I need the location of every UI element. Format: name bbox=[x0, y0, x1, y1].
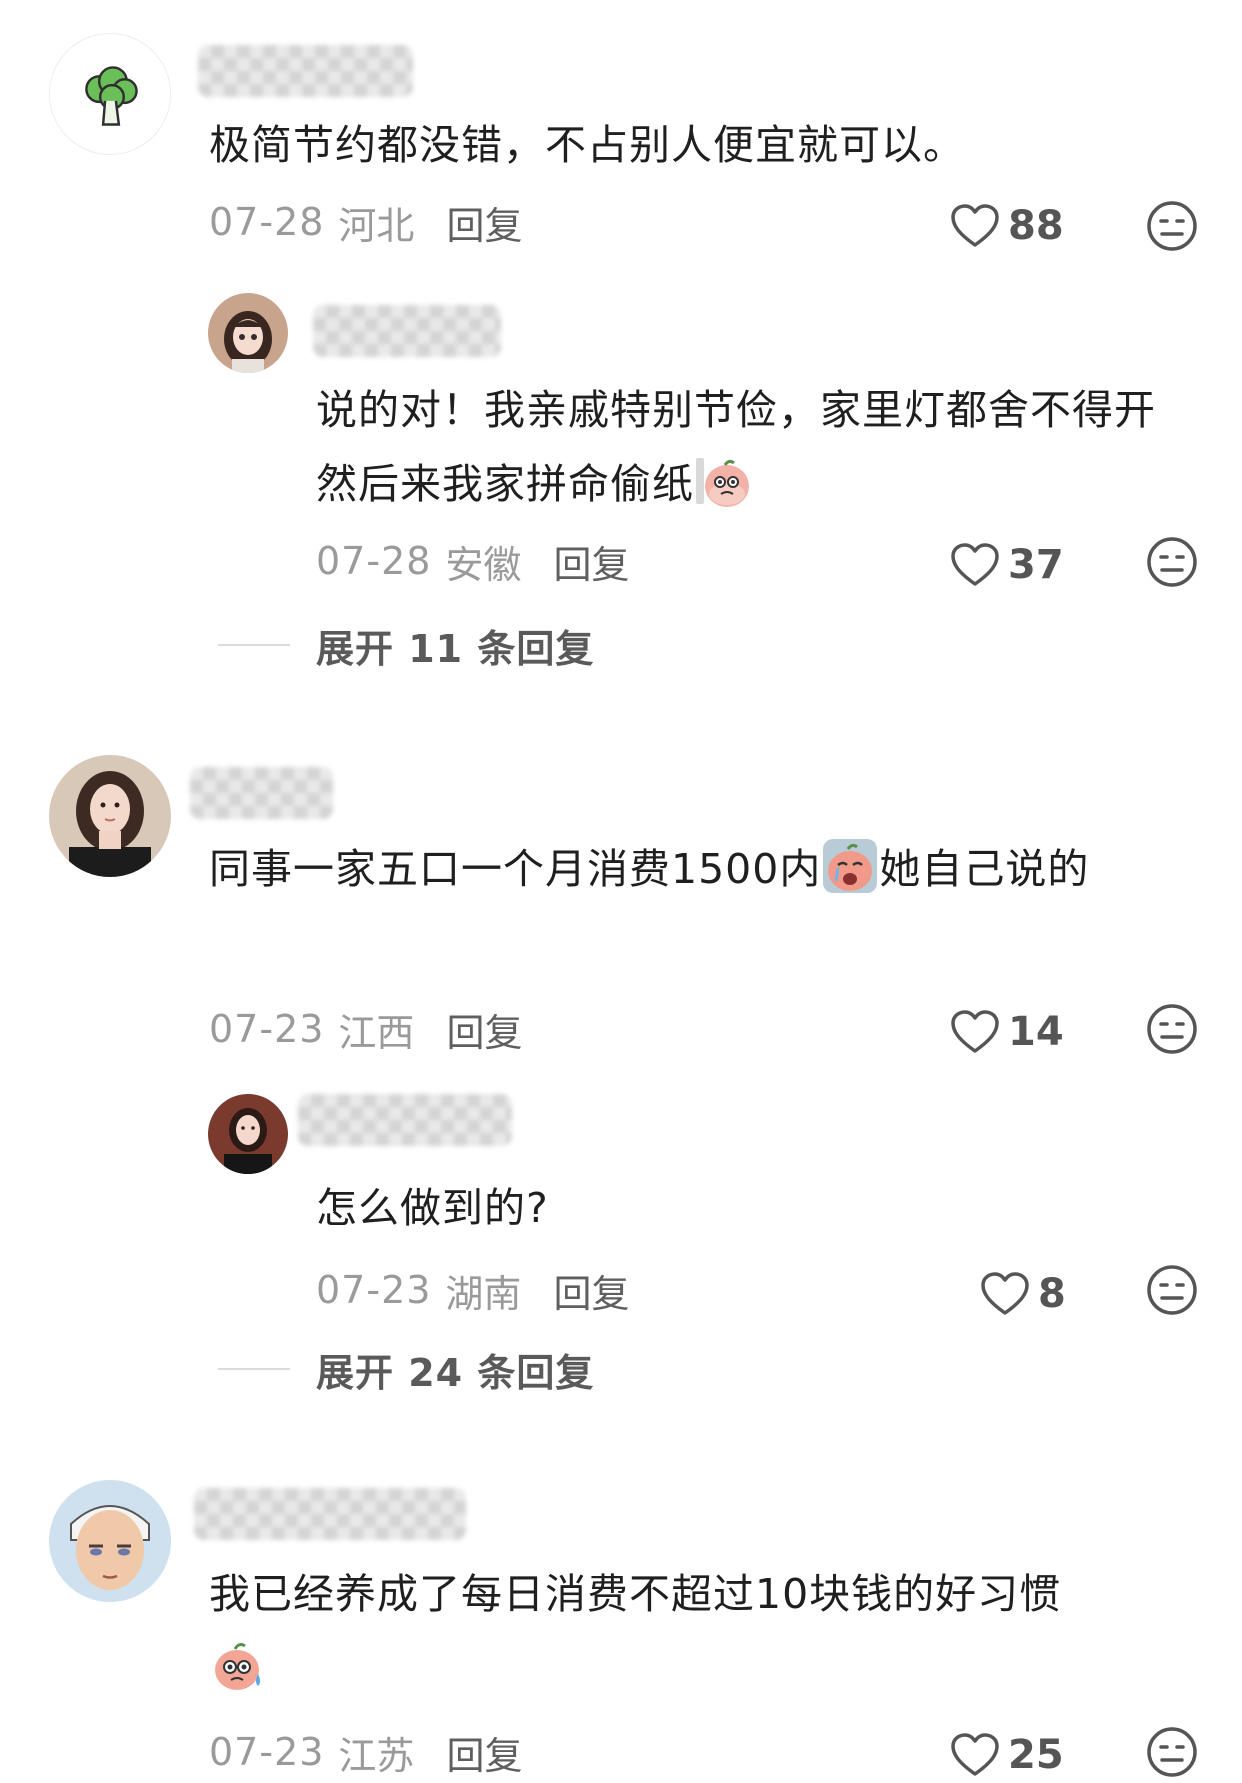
like-button[interactable]: 88 bbox=[950, 200, 1064, 252]
comment-date: 07-23 bbox=[209, 1730, 325, 1774]
reply-meta: 07-28 安徽 回复 bbox=[316, 535, 629, 587]
reply-location: 安徽 bbox=[445, 542, 522, 587]
user-avatar[interactable] bbox=[208, 293, 288, 373]
user-avatar[interactable] bbox=[49, 1480, 171, 1602]
comment-text: 我已经养成了每日消费不超过10块钱的好习惯 bbox=[209, 1557, 1189, 1705]
doll-girl-avatar-icon bbox=[208, 293, 288, 373]
sneaky-peach-emoji-icon bbox=[694, 452, 752, 510]
username-blurred[interactable] bbox=[190, 767, 333, 819]
heart-icon bbox=[951, 543, 999, 586]
meh-face-icon bbox=[1147, 1727, 1197, 1777]
comment-location: 江苏 bbox=[338, 1733, 415, 1778]
comment-text: 极简节约都没错，不占别人便宜就可以。 bbox=[209, 121, 965, 169]
reply-location: 湖南 bbox=[445, 1271, 522, 1316]
reply-date: 07-28 bbox=[316, 539, 432, 583]
comment-text-content: 我已经养成了每日消费不超过10块钱的好习惯 bbox=[209, 1570, 1062, 1618]
comment-location: 江西 bbox=[338, 1010, 415, 1055]
reply-meta: 07-23 湖南 回复 bbox=[316, 1264, 629, 1316]
like-count: 14 bbox=[1008, 1009, 1064, 1055]
sweating-peach-emoji-icon bbox=[209, 1636, 267, 1694]
comment-meta: 07-23 江苏 回复 bbox=[209, 1726, 522, 1778]
comment-meta: 07-23 江西 回复 bbox=[209, 1003, 522, 1055]
comment-location: 河北 bbox=[338, 203, 415, 248]
like-count: 88 bbox=[1008, 203, 1064, 249]
comment-text-part: 同事一家五口一个月消费1500内 bbox=[209, 845, 822, 893]
meh-face-icon bbox=[1147, 1265, 1197, 1315]
expand-replies-button[interactable]: 展开 24 条回复 bbox=[218, 1344, 595, 1395]
comment-date: 07-28 bbox=[209, 200, 325, 244]
heart-icon bbox=[951, 1010, 999, 1053]
reply-button[interactable]: 回复 bbox=[446, 1002, 522, 1057]
like-button[interactable]: 8 bbox=[980, 1268, 1066, 1320]
dislike-button[interactable] bbox=[1146, 536, 1198, 588]
heart-icon bbox=[981, 1272, 1029, 1315]
broccoli-icon bbox=[50, 34, 170, 154]
username-blurred[interactable] bbox=[313, 305, 501, 357]
user-avatar[interactable] bbox=[49, 33, 171, 155]
reply-text: 怎么做到的? bbox=[316, 1184, 549, 1232]
reply-button[interactable]: 回复 bbox=[446, 1725, 522, 1780]
expand-replies-label: 展开 24 条回复 bbox=[316, 1350, 595, 1395]
crying-peach-emoji-icon bbox=[821, 837, 879, 895]
comment-text-part: 她自己说的 bbox=[879, 845, 1090, 893]
comment-date: 07-23 bbox=[209, 1007, 325, 1051]
like-button[interactable]: 25 bbox=[950, 1729, 1064, 1781]
heart-icon bbox=[951, 204, 999, 247]
reply-date: 07-23 bbox=[316, 1268, 432, 1312]
reply-button[interactable]: 回复 bbox=[553, 1263, 629, 1318]
comment-meta: 07-28 河北 回复 bbox=[209, 196, 522, 248]
like-button[interactable]: 14 bbox=[950, 1006, 1064, 1058]
dislike-button[interactable] bbox=[1146, 1726, 1198, 1778]
comment-text: 同事一家五口一个月消费1500内 她自己说的 bbox=[209, 832, 1199, 906]
dislike-button[interactable] bbox=[1146, 1264, 1198, 1316]
meh-face-icon bbox=[1147, 1004, 1197, 1054]
like-count: 8 bbox=[1038, 1271, 1066, 1317]
dislike-button[interactable] bbox=[1146, 200, 1198, 252]
dislike-button[interactable] bbox=[1146, 1003, 1198, 1055]
reply-button[interactable]: 回复 bbox=[553, 534, 629, 589]
like-button[interactable]: 37 bbox=[950, 539, 1064, 591]
divider-line bbox=[218, 1368, 290, 1370]
meh-face-icon bbox=[1147, 201, 1197, 251]
username-blurred[interactable] bbox=[298, 1094, 512, 1146]
expand-replies-label: 展开 11 条回复 bbox=[316, 626, 595, 671]
meh-face-icon bbox=[1147, 537, 1197, 587]
user-avatar[interactable] bbox=[208, 1094, 288, 1174]
like-count: 37 bbox=[1008, 542, 1064, 588]
user-avatar[interactable] bbox=[49, 755, 171, 877]
like-count: 25 bbox=[1008, 1732, 1064, 1778]
woman-portrait-avatar-icon bbox=[49, 755, 171, 877]
reply-text: 说的对！我亲戚特别节俭，家里灯都舍不得开然后来我家拼命偷纸 bbox=[316, 373, 1196, 521]
expand-replies-button[interactable]: 展开 11 条回复 bbox=[218, 620, 595, 671]
username-blurred[interactable] bbox=[194, 1488, 466, 1540]
divider-line bbox=[218, 644, 290, 646]
username-blurred[interactable] bbox=[198, 45, 413, 97]
reply-button[interactable]: 回复 bbox=[446, 195, 522, 250]
woman-portrait-avatar-icon bbox=[208, 1094, 288, 1174]
anime-man-avatar-icon bbox=[49, 1480, 171, 1602]
heart-icon bbox=[951, 1733, 999, 1776]
